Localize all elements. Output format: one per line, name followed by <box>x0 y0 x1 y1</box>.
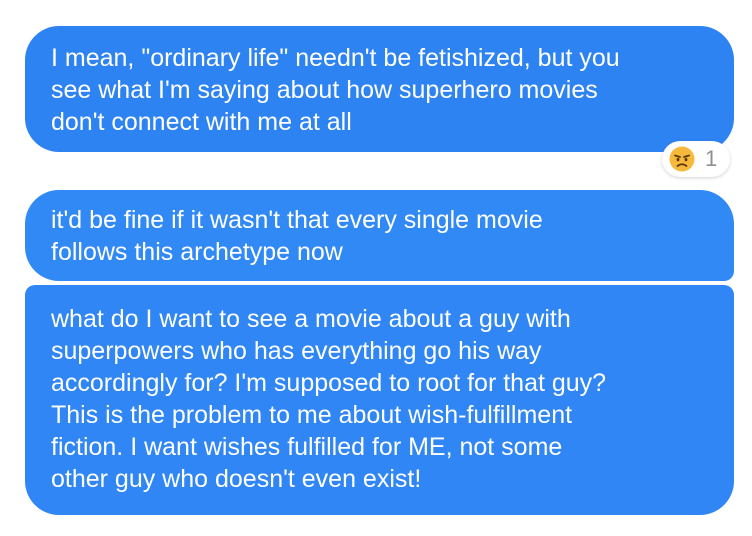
angry-face-emoji-icon <box>669 146 695 172</box>
message-bubble[interactable]: it'd be fine if it wasn't that every sin… <box>25 190 734 281</box>
chat-thread: I mean, "ordinary life" needn't be fetis… <box>0 0 752 536</box>
message-bubble[interactable]: I mean, "ordinary life" needn't be fetis… <box>25 26 734 152</box>
reaction-badge[interactable]: 1 <box>662 141 730 177</box>
reaction-count: 1 <box>705 146 718 171</box>
message-bubble[interactable]: what do I want to see a movie about a gu… <box>25 285 734 515</box>
